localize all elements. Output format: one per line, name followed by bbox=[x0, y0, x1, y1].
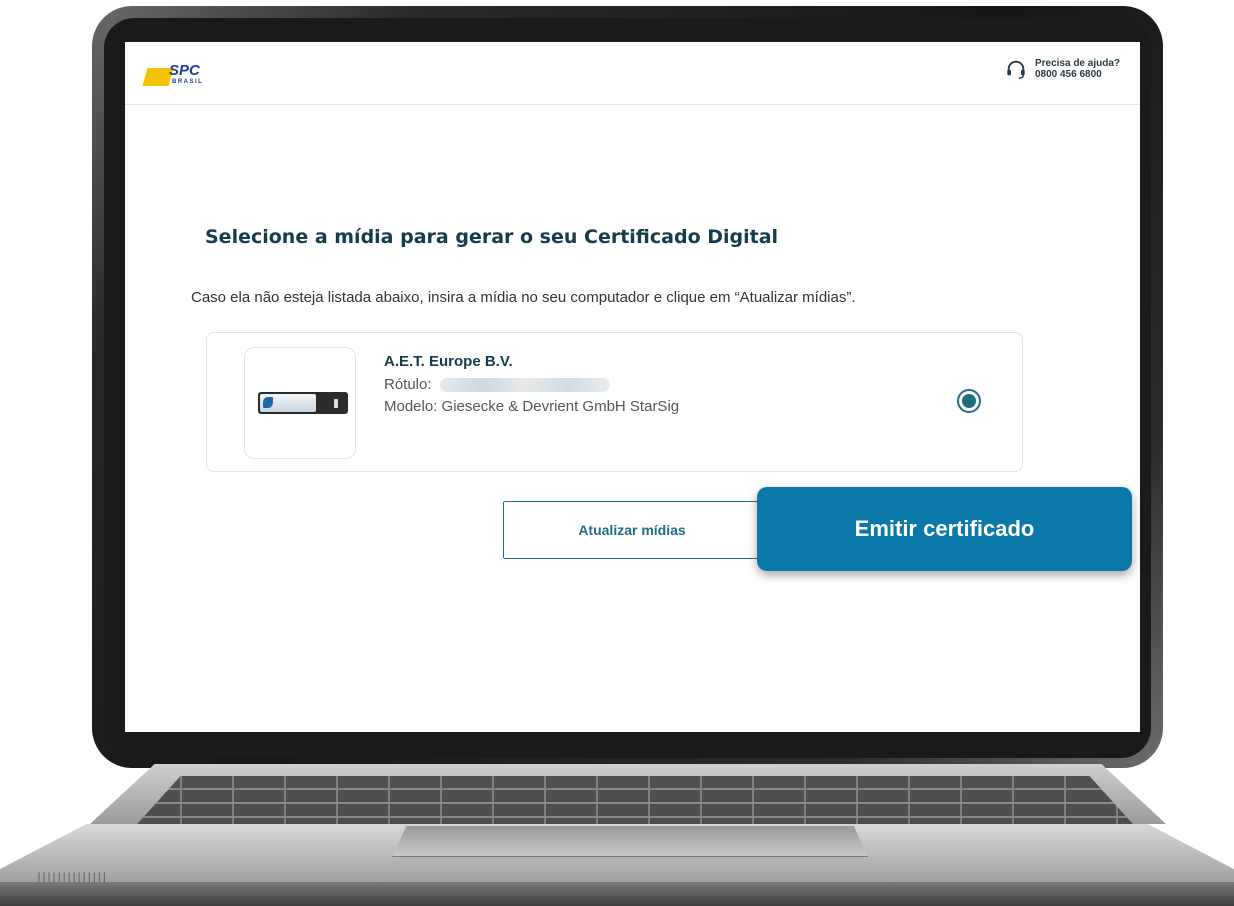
app-screen: SPC BRASIL Precisa de ajuda? 0800 456 68… bbox=[125, 42, 1140, 732]
media-info: A.E.T. Europe B.V. Rótulo: Modelo: Giese… bbox=[384, 353, 679, 418]
laptop-lip bbox=[0, 882, 1234, 906]
media-vendor: A.E.T. Europe B.V. bbox=[384, 353, 513, 370]
media-thumbnail bbox=[244, 347, 356, 459]
app-header: SPC BRASIL Precisa de ajuda? 0800 456 68… bbox=[125, 42, 1140, 105]
logo-subtext: BRASIL bbox=[172, 79, 204, 85]
help-phone: 0800 456 6800 bbox=[1034, 69, 1102, 80]
vent-grille: |||||||||||||| bbox=[36, 872, 107, 883]
help-contact[interactable]: Precisa de ajuda? 0800 456 6800 bbox=[1005, 58, 1120, 80]
spc-logo[interactable]: SPC BRASIL bbox=[142, 62, 215, 88]
help-text: Precisa de ajuda? 0800 456 6800 bbox=[1035, 58, 1120, 80]
page-title: Selecione a mídia para gerar o seu Certi… bbox=[205, 226, 779, 248]
media-option-card[interactable]: A.E.T. Europe B.V. Rótulo: Modelo: Giese… bbox=[206, 332, 1023, 472]
media-radio-button[interactable] bbox=[957, 389, 981, 413]
trackpad bbox=[392, 826, 868, 857]
token-slot bbox=[334, 399, 338, 408]
media-model: Modelo: Giesecke & Devrient GmbH StarSig bbox=[384, 398, 680, 415]
laptop-base: |||||||||||||| bbox=[0, 764, 1234, 906]
logo-text: SPC bbox=[169, 62, 200, 79]
update-media-button[interactable]: Atualizar mídias bbox=[503, 501, 761, 559]
issue-certificate-button[interactable]: Emitir certificado bbox=[757, 487, 1132, 571]
headset-icon bbox=[1007, 60, 1025, 79]
radio-selected-icon bbox=[962, 394, 976, 408]
media-label-key: Rótulo: bbox=[384, 376, 432, 393]
token-glyph bbox=[263, 397, 273, 408]
usb-token-icon bbox=[258, 392, 348, 414]
help-title: Precisa de ajuda? bbox=[1034, 58, 1120, 69]
token-label bbox=[260, 394, 316, 412]
keyboard-rows bbox=[130, 776, 1140, 832]
page-subtitle: Caso ela não esteja listada abaixo, insi… bbox=[191, 289, 856, 306]
media-label-row: Rótulo: bbox=[384, 374, 679, 396]
media-label-value-redacted bbox=[439, 378, 610, 393]
